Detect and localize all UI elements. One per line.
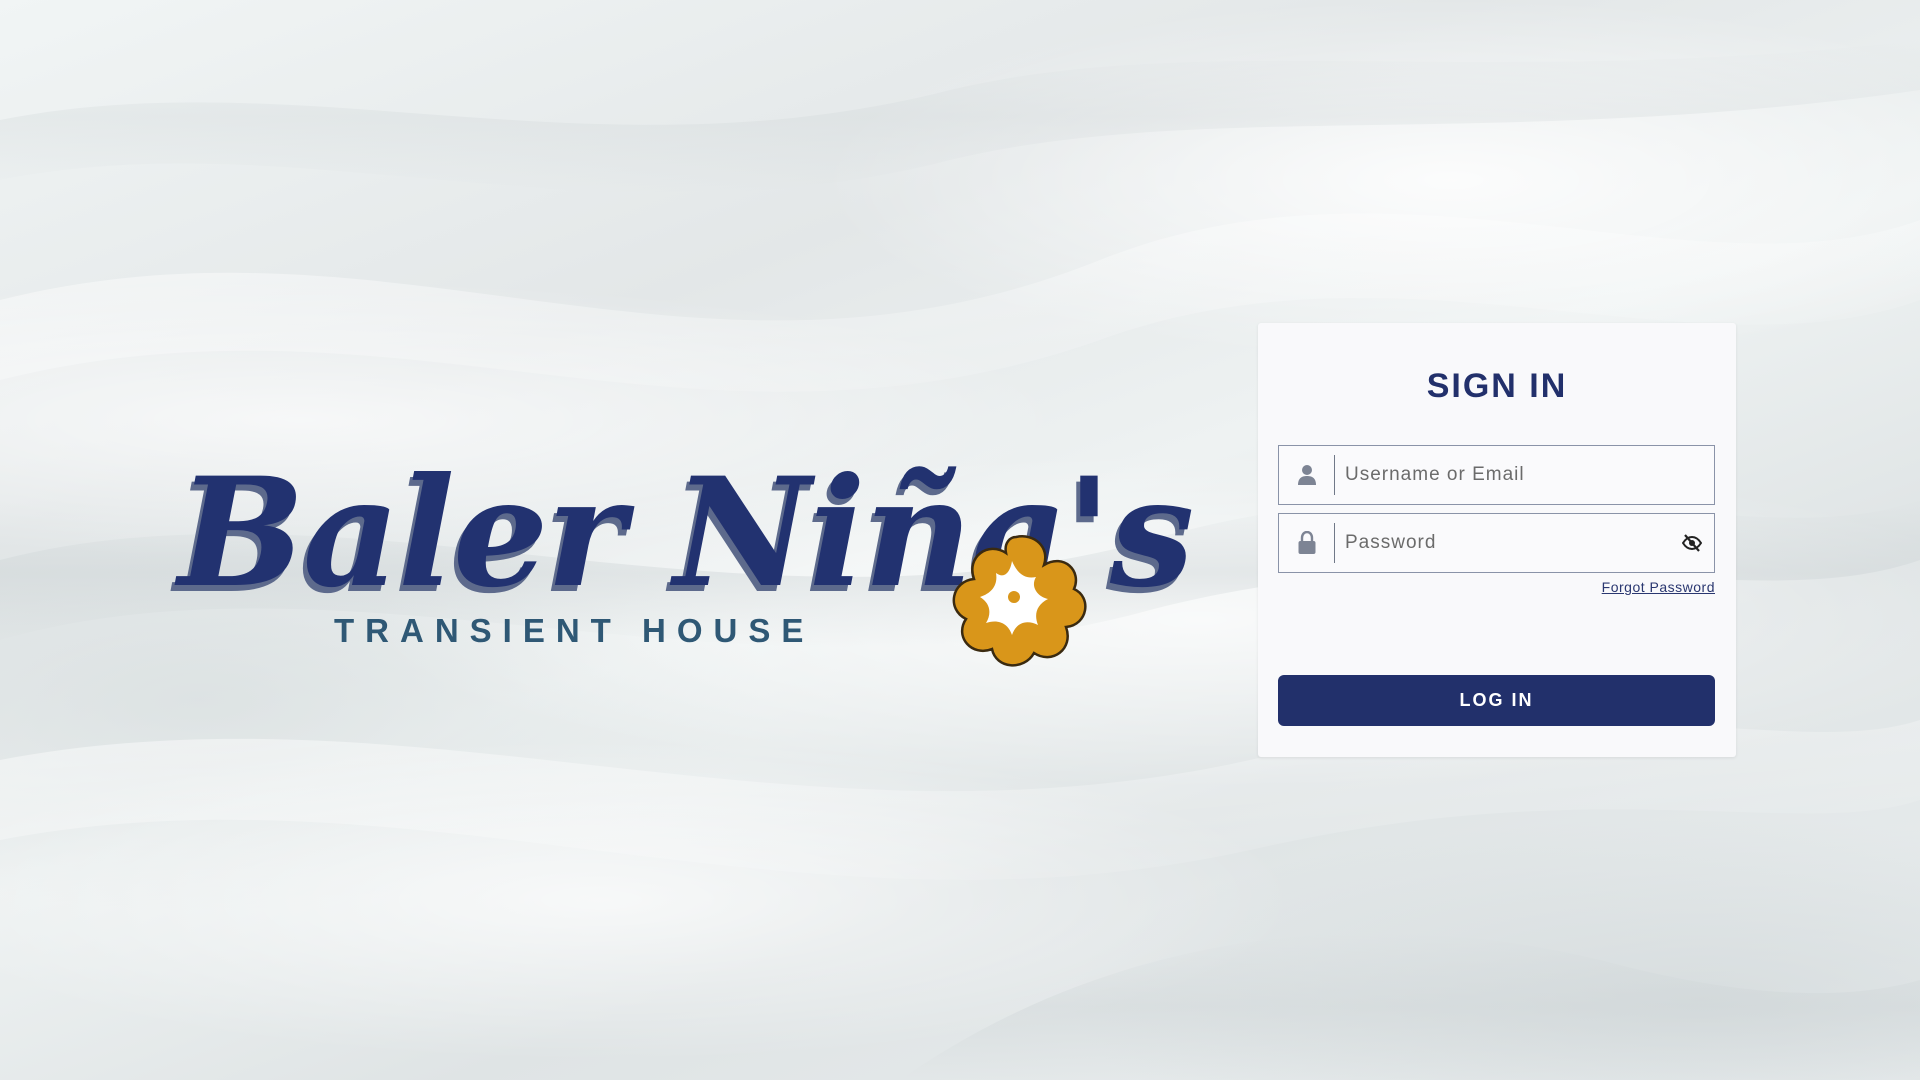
user-icon (1279, 446, 1335, 504)
eye-slash-icon[interactable] (1670, 514, 1714, 572)
logo-subtitle: TRANSIENT HOUSE (334, 612, 814, 649)
username-field[interactable] (1278, 445, 1715, 505)
lock-icon (1279, 514, 1335, 572)
brand-logo: Baler Niña's Baler Niña's TRANSIENT HOUS… (170, 425, 1194, 667)
forgot-password-link[interactable]: Forgot Password (1602, 579, 1715, 595)
login-card: SIGN IN Forgot Password LOG IN (1258, 323, 1736, 757)
login-button[interactable]: LOG IN (1278, 675, 1715, 726)
username-input[interactable] (1335, 446, 1714, 504)
password-input[interactable] (1335, 514, 1670, 572)
sign-in-title: SIGN IN (1426, 367, 1568, 405)
password-field[interactable] (1278, 513, 1715, 573)
